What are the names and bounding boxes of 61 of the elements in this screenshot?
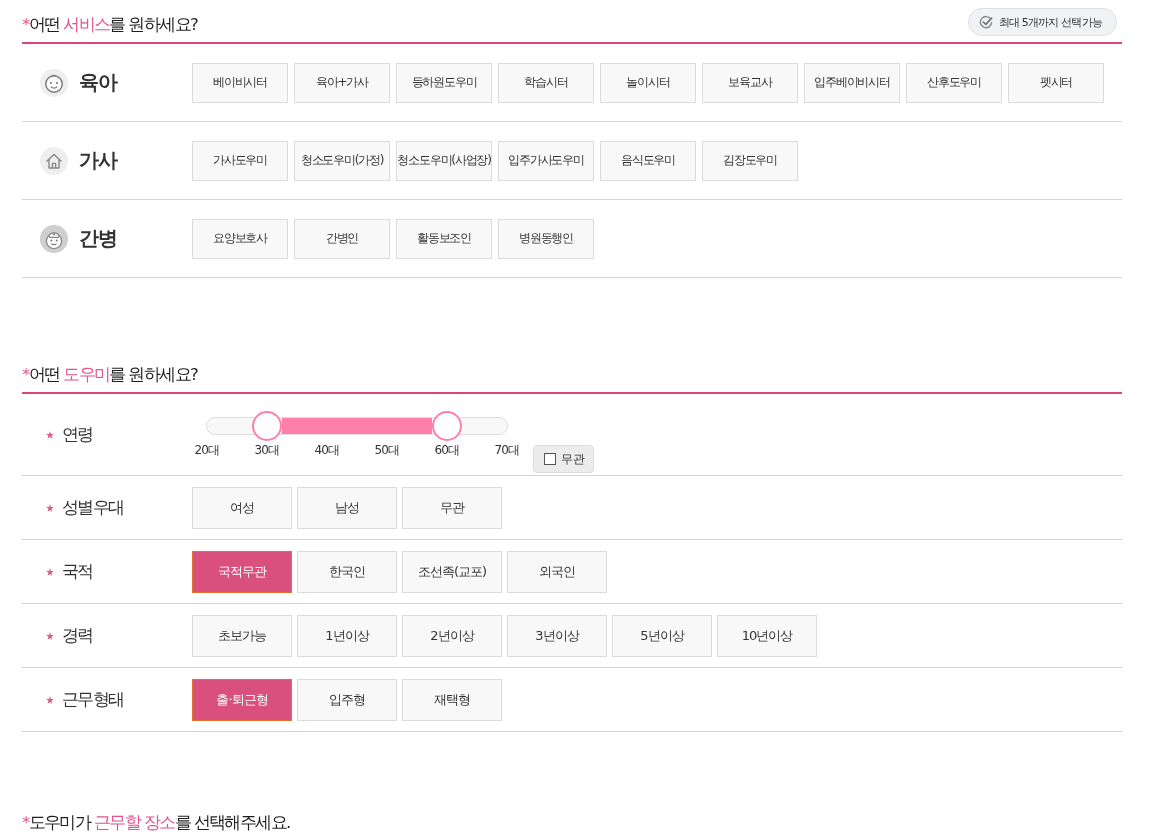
category-label: 육아 — [79, 69, 117, 96]
option-button[interactable]: 10년이상 — [717, 614, 817, 657]
option-button[interactable]: 청소도우미(가정) — [294, 140, 390, 181]
option-button[interactable]: 놀이시터 — [600, 62, 696, 103]
option-button[interactable]: 입주형 — [297, 678, 397, 721]
tick-label: 20대 — [193, 442, 221, 458]
checkbox-button[interactable]: 무관 — [533, 445, 594, 473]
option-button[interactable]: 여성 — [192, 486, 292, 529]
option-button[interactable]: 조선족(교포) — [402, 550, 502, 593]
section-title: *어떤 서비스를 원하세요? — [22, 15, 198, 35]
option-button[interactable]: 간병인 — [294, 218, 390, 259]
option-button[interactable]: 출·퇴근형 — [192, 678, 292, 721]
section-title: *어떤 도우미를 원하세요? — [22, 365, 198, 385]
option-button[interactable]: 남성 — [297, 486, 397, 529]
option-button[interactable]: 베이비시터 — [192, 62, 288, 103]
option-button[interactable]: 한국인 — [297, 550, 397, 593]
tick-label: 60대 — [433, 442, 461, 458]
tick-label: 50대 — [373, 442, 401, 458]
criterion-label: 연령 — [62, 423, 93, 446]
option-button[interactable]: 산후도우미 — [906, 62, 1002, 103]
option-button[interactable]: 음식도우미 — [600, 140, 696, 181]
option-button[interactable]: 활동보조인 — [396, 218, 492, 259]
baby-face-icon — [40, 68, 68, 97]
option-button[interactable]: 국적무관 — [192, 550, 292, 593]
option-button[interactable]: 등하원도우미 — [396, 62, 492, 103]
option-button[interactable]: 입주베이비시터 — [804, 62, 900, 103]
option-button[interactable]: 병원동행인 — [498, 218, 594, 259]
category-label: 가사 — [79, 147, 117, 174]
criterion-label: 성별우대 — [62, 496, 124, 519]
limit-text: 최대 5개까지 선택가능 — [998, 14, 1102, 30]
tick-label: 30대 — [253, 442, 281, 458]
section-title: *도우미가 근무할 장소를 선택해주세요. — [22, 813, 290, 832]
category-label: 간병 — [79, 225, 117, 252]
option-button[interactable]: 요양보호사 — [192, 218, 288, 259]
option-button[interactable]: 김장도우미 — [702, 140, 798, 181]
option-button[interactable]: 입주가사도우미 — [498, 140, 594, 181]
option-button[interactable]: 보육교사 — [702, 62, 798, 103]
checkbox[interactable] — [544, 453, 556, 465]
option-button[interactable]: 학습시터 — [498, 62, 594, 103]
tick-label: 70대 — [493, 442, 521, 458]
house-icon — [40, 146, 68, 175]
criterion-label: 경력 — [62, 624, 93, 647]
check-circle-icon — [978, 15, 993, 29]
option-button[interactable]: 1년이상 — [297, 614, 397, 657]
tick-label: 40대 — [313, 442, 341, 458]
criterion-label: 국적 — [62, 560, 93, 583]
option-button[interactable]: 초보가능 — [192, 614, 292, 657]
option-button[interactable]: 펫시터 — [1008, 62, 1104, 103]
criterion-label: 근무형태 — [62, 688, 124, 711]
option-button[interactable]: 재택형 — [402, 678, 502, 721]
slider-thumb[interactable] — [252, 411, 282, 441]
slider-thumb[interactable] — [432, 411, 462, 441]
nurse-face-icon — [40, 224, 68, 253]
option-button[interactable]: 청소도우미(사업장) — [396, 140, 492, 181]
option-button[interactable]: 육아+가사 — [294, 62, 390, 103]
option-button[interactable]: 2년이상 — [402, 614, 502, 657]
option-button[interactable]: 3년이상 — [507, 614, 607, 657]
option-button[interactable]: 무관 — [402, 486, 502, 529]
option-button[interactable]: 가사도우미 — [192, 140, 288, 181]
option-button[interactable]: 5년이상 — [612, 614, 712, 657]
option-button[interactable]: 외국인 — [507, 550, 607, 593]
